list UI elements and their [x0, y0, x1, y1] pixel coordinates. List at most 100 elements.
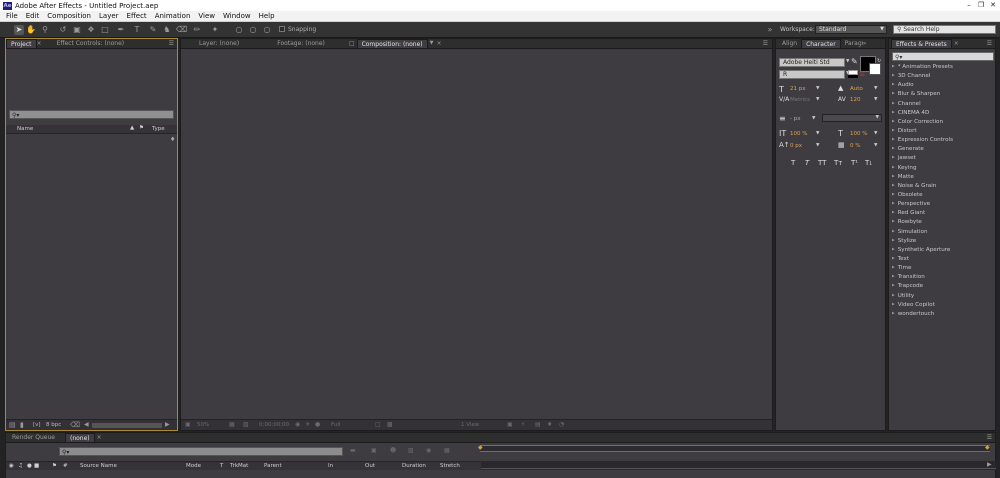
list-item-noise-grain[interactable]: Noise & Grain [892, 181, 994, 190]
tab-project[interactable]: Project [6, 39, 37, 48]
list-item-perspective[interactable]: Perspective [892, 199, 994, 208]
new-folder-icon[interactable]: ▮ [20, 421, 24, 429]
small-caps-button[interactable]: Tт [834, 159, 842, 167]
list-item-transition[interactable]: Transition [892, 272, 994, 281]
bpc-label[interactable]: 8 bpc [46, 422, 61, 428]
eyedropper-icon[interactable]: ✎ [851, 57, 858, 66]
horizontal-scale-value[interactable]: 100 % [850, 131, 867, 137]
close-icon[interactable]: × [37, 40, 42, 47]
transparency-grid-icon[interactable]: ▩ [387, 421, 393, 428]
timeline-icon[interactable]: ▤ [535, 421, 541, 428]
column-trkmat[interactable]: TrkMat [230, 463, 248, 469]
column-type[interactable]: Type [152, 126, 165, 132]
column-out[interactable]: Out [365, 463, 375, 469]
column-mode[interactable]: Mode [186, 463, 201, 469]
motion-blur-icon[interactable]: ◉ [426, 447, 431, 454]
zoom-level[interactable]: 50% [197, 422, 209, 428]
menu-composition[interactable]: Composition [47, 12, 91, 20]
tab-render-queue[interactable]: Render Queue [8, 433, 59, 442]
local-axis-icon[interactable]: ○ [234, 25, 244, 35]
leading-value[interactable]: Auto [850, 86, 863, 92]
project-search-input[interactable]: ⚲▾ [9, 110, 174, 119]
solo-icon[interactable]: ● [27, 463, 32, 469]
menu-effect[interactable]: Effect [127, 12, 147, 20]
tab-character[interactable]: Character [801, 39, 841, 48]
list-item-animation-presets[interactable]: * Animation Presets [892, 62, 994, 71]
clone-stamp-tool-icon[interactable]: ♞ [162, 25, 172, 35]
show-snapshot-icon[interactable]: ☀ [305, 421, 310, 428]
faux-bold-button[interactable]: T [791, 159, 795, 167]
tsume-value[interactable]: 0 % [850, 143, 860, 149]
tab-align[interactable]: Align [778, 39, 801, 48]
chevron-down-icon[interactable]: ▼ [812, 116, 815, 121]
exposure-icon[interactable]: ◔ [559, 421, 564, 428]
camera-tool-icon[interactable]: ▣ [72, 25, 82, 35]
chevron-down-icon[interactable]: ▼ [816, 86, 819, 91]
interpret-footage-icon[interactable]: ▤ [9, 421, 16, 429]
list-item-matte[interactable]: Matte [892, 172, 994, 181]
list-item-color-correction[interactable]: Color Correction [892, 117, 994, 126]
all-caps-button[interactable]: TT [818, 159, 826, 167]
panel-menu-icon[interactable]: ☰ [169, 40, 174, 47]
list-item-jawset[interactable]: jawset [892, 153, 994, 162]
sort-up-icon[interactable]: ▲ [130, 125, 134, 131]
column-duration[interactable]: Duration [402, 463, 426, 469]
resolution[interactable]: Full [331, 422, 340, 428]
view-layout[interactable]: 1 View [461, 422, 479, 428]
chevron-down-icon[interactable]: ▼ [816, 131, 819, 136]
list-item-time[interactable]: Time [892, 263, 994, 272]
list-item-red-giant[interactable]: Red Giant [892, 208, 994, 217]
column-source-name[interactable]: Source Name [80, 463, 117, 469]
hand-tool-icon[interactable]: ✋ [26, 25, 36, 35]
horizontal-scrollbar[interactable] [92, 423, 162, 428]
list-item-blur-sharpen[interactable]: Blur & Sharpen [892, 89, 994, 98]
label-icon[interactable]: ⚑ [139, 125, 144, 131]
audio-switch-icon[interactable]: ♫ [18, 463, 23, 469]
grid-icon[interactable]: ▧ [243, 421, 249, 428]
scroll-right-icon[interactable]: ▶ [165, 421, 170, 428]
hide-shy-layers-icon[interactable]: ☻ [390, 447, 396, 454]
tab-composition-none[interactable]: (none) [64, 433, 95, 442]
vertical-scale-value[interactable]: 100 % [790, 131, 807, 137]
font-style-select[interactable]: R [779, 70, 845, 79]
list-item-audio[interactable]: Audio [892, 80, 994, 89]
always-preview-icon[interactable]: ▣ [185, 421, 191, 428]
workspace-select[interactable]: Standard ▼ [815, 25, 887, 34]
list-item-trapcode[interactable]: Trapcode [892, 281, 994, 290]
minimize-icon[interactable]: – [964, 1, 974, 10]
menu-view[interactable]: View [198, 12, 215, 20]
view-axis-icon[interactable]: ○ [262, 25, 272, 35]
timeline-search-input[interactable]: ⚲▾ [59, 447, 343, 456]
video-switch-icon[interactable]: ◉ [9, 463, 14, 469]
panel-menu-icon[interactable]: ☰ [763, 40, 768, 47]
pan-behind-tool-icon[interactable]: ❖ [86, 25, 96, 35]
comp-mini-flowchart-icon[interactable]: ▬ [350, 447, 356, 454]
safe-zones-icon[interactable]: ▦ [229, 421, 235, 428]
panel-menu-icon[interactable]: » [766, 25, 774, 35]
column-name[interactable]: Name [17, 126, 33, 132]
roto-brush-tool-icon[interactable]: ✏ [192, 25, 202, 35]
work-area-end-handle[interactable]: ◆ [985, 444, 990, 451]
tab-paragraph[interactable]: Paragraph [841, 39, 863, 48]
pen-tool-icon[interactable]: ✒ [116, 25, 126, 35]
column-t[interactable]: T [220, 463, 223, 469]
chevron-down-icon[interactable]: ▼ [816, 143, 819, 148]
region-of-interest-icon[interactable]: □ [375, 421, 381, 428]
panel-menu-icon[interactable]: » [863, 40, 867, 47]
list-item-3d-channel[interactable]: 3D Channel [892, 71, 994, 80]
column-in[interactable]: In [328, 463, 333, 469]
stroke-width-value[interactable]: - px [790, 116, 800, 122]
list-item-generate[interactable]: Generate [892, 144, 994, 153]
type-tool-icon[interactable]: T [132, 25, 142, 35]
mask-tool-icon[interactable]: □ [100, 25, 110, 35]
stroke-color-swatch[interactable] [869, 63, 881, 75]
column-stretch[interactable]: Stretch [440, 463, 460, 469]
menu-edit[interactable]: Edit [26, 12, 40, 20]
panel-menu-icon[interactable]: ☰ [987, 434, 992, 441]
chevron-down-icon[interactable]: ▼ [430, 40, 434, 46]
snapping-checkbox[interactable] [279, 26, 285, 32]
tab-effects-presets[interactable]: Effects & Presets [891, 39, 952, 48]
brush-tool-icon[interactable]: ✎ [148, 25, 158, 35]
menu-file[interactable]: File [6, 12, 18, 20]
baseline-shift-value[interactable]: 0 px [790, 143, 802, 149]
